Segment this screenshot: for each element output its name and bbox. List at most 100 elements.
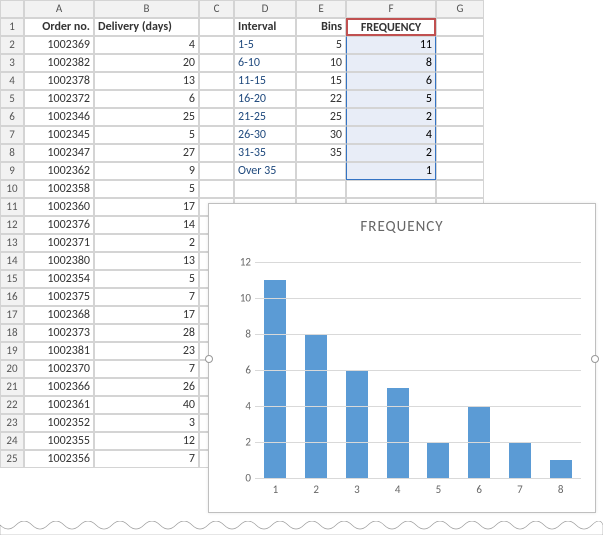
cell-D6[interactable]: 21-25: [234, 108, 296, 126]
cell-A20[interactable]: 1002370: [24, 360, 94, 378]
cell-B22[interactable]: 40: [94, 396, 199, 414]
cell-E4[interactable]: 15: [296, 72, 346, 90]
cell-B10[interactable]: 5: [94, 180, 199, 198]
bar-1[interactable]: [264, 280, 286, 478]
bar-7[interactable]: [509, 442, 531, 478]
cell-B25[interactable]: 7: [94, 450, 199, 468]
cell-A2[interactable]: 1002369: [24, 36, 94, 54]
row-header-22[interactable]: 22: [0, 396, 24, 414]
cell-A6[interactable]: 1002346: [24, 108, 94, 126]
cell-A4[interactable]: 1002378: [24, 72, 94, 90]
cell-A1[interactable]: Order no.: [24, 18, 94, 36]
cell-D5[interactable]: 16-20: [234, 90, 296, 108]
cell-G8[interactable]: [436, 144, 484, 162]
row-header-13[interactable]: 13: [0, 234, 24, 252]
cell-A18[interactable]: 1002373: [24, 324, 94, 342]
row-header-6[interactable]: 6: [0, 108, 24, 126]
cell-C9[interactable]: [199, 162, 234, 180]
cell-B23[interactable]: 3: [94, 414, 199, 432]
cell-D8[interactable]: 31-35: [234, 144, 296, 162]
cell-C10[interactable]: [199, 180, 234, 198]
cell-B14[interactable]: 13: [94, 252, 199, 270]
bar-4[interactable]: [387, 388, 409, 478]
cell-B3[interactable]: 20: [94, 54, 199, 72]
cell-B24[interactable]: 12: [94, 432, 199, 450]
cell-F3[interactable]: 8: [346, 54, 436, 72]
cell-A15[interactable]: 1002354: [24, 270, 94, 288]
row-header-16[interactable]: 16: [0, 288, 24, 306]
select-all[interactable]: [0, 0, 24, 18]
cell-G3[interactable]: [436, 54, 484, 72]
col-header-F[interactable]: F: [346, 0, 436, 18]
row-header-20[interactable]: 20: [0, 360, 24, 378]
row-header-5[interactable]: 5: [0, 90, 24, 108]
cell-F4[interactable]: 6: [346, 72, 436, 90]
cell-A3[interactable]: 1002382: [24, 54, 94, 72]
bar-5[interactable]: [427, 442, 449, 478]
col-header-E[interactable]: E: [296, 0, 346, 18]
cell-G10[interactable]: [436, 180, 484, 198]
row-header-25[interactable]: 25: [0, 450, 24, 468]
cell-B1[interactable]: Delivery (days): [94, 18, 199, 36]
cell-G7[interactable]: [436, 126, 484, 144]
row-header-3[interactable]: 3: [0, 54, 24, 72]
cell-G5[interactable]: [436, 90, 484, 108]
col-header-A[interactable]: A: [24, 0, 94, 18]
cell-A12[interactable]: 1002376: [24, 216, 94, 234]
cell-E6[interactable]: 25: [296, 108, 346, 126]
row-header-23[interactable]: 23: [0, 414, 24, 432]
cell-B11[interactable]: 17: [94, 198, 199, 216]
cell-B9[interactable]: 9: [94, 162, 199, 180]
cell-B5[interactable]: 6: [94, 90, 199, 108]
row-header-1[interactable]: 1: [0, 18, 24, 36]
cell-A19[interactable]: 1002381: [24, 342, 94, 360]
frequency-header[interactable]: FREQUENCY: [346, 18, 436, 36]
cell-E10[interactable]: [296, 180, 346, 198]
cell-E1[interactable]: Bins: [296, 18, 346, 36]
cell-A14[interactable]: 1002380: [24, 252, 94, 270]
cell-A8[interactable]: 1002347: [24, 144, 94, 162]
cell-E7[interactable]: 30: [296, 126, 346, 144]
cell-G1[interactable]: [436, 18, 484, 36]
cell-C3[interactable]: [199, 54, 234, 72]
row-header-4[interactable]: 4: [0, 72, 24, 90]
cell-A7[interactable]: 1002345: [24, 126, 94, 144]
row-header-10[interactable]: 10: [0, 180, 24, 198]
cell-B18[interactable]: 28: [94, 324, 199, 342]
cell-A9[interactable]: 1002362: [24, 162, 94, 180]
cell-A5[interactable]: 1002372: [24, 90, 94, 108]
row-header-17[interactable]: 17: [0, 306, 24, 324]
cell-B7[interactable]: 5: [94, 126, 199, 144]
bar-3[interactable]: [346, 370, 368, 478]
cell-B21[interactable]: 26: [94, 378, 199, 396]
cell-B19[interactable]: 23: [94, 342, 199, 360]
cell-C1[interactable]: [199, 18, 234, 36]
row-header-8[interactable]: 8: [0, 144, 24, 162]
cell-E5[interactable]: 22: [296, 90, 346, 108]
cell-F9[interactable]: 1: [346, 162, 436, 180]
cell-A13[interactable]: 1002371: [24, 234, 94, 252]
row-header-21[interactable]: 21: [0, 378, 24, 396]
cell-A22[interactable]: 1002361: [24, 396, 94, 414]
cell-D10[interactable]: [234, 180, 296, 198]
row-header-12[interactable]: 12: [0, 216, 24, 234]
cell-F5[interactable]: 5: [346, 90, 436, 108]
col-header-G[interactable]: G: [436, 0, 484, 18]
col-header-B[interactable]: B: [94, 0, 199, 18]
cell-B20[interactable]: 7: [94, 360, 199, 378]
cell-E3[interactable]: 10: [296, 54, 346, 72]
cell-E9[interactable]: [296, 162, 346, 180]
cell-C6[interactable]: [199, 108, 234, 126]
row-header-2[interactable]: 2: [0, 36, 24, 54]
cell-F2[interactable]: 11: [346, 36, 436, 54]
cell-C5[interactable]: [199, 90, 234, 108]
cell-A17[interactable]: 1002368: [24, 306, 94, 324]
cell-A24[interactable]: 1002355: [24, 432, 94, 450]
cell-C2[interactable]: [199, 36, 234, 54]
frequency-chart[interactable]: FREQUENCY 12345678 024681012: [208, 203, 596, 513]
cell-E8[interactable]: 35: [296, 144, 346, 162]
cell-C8[interactable]: [199, 144, 234, 162]
row-header-14[interactable]: 14: [0, 252, 24, 270]
cell-G2[interactable]: [436, 36, 484, 54]
row-header-9[interactable]: 9: [0, 162, 24, 180]
